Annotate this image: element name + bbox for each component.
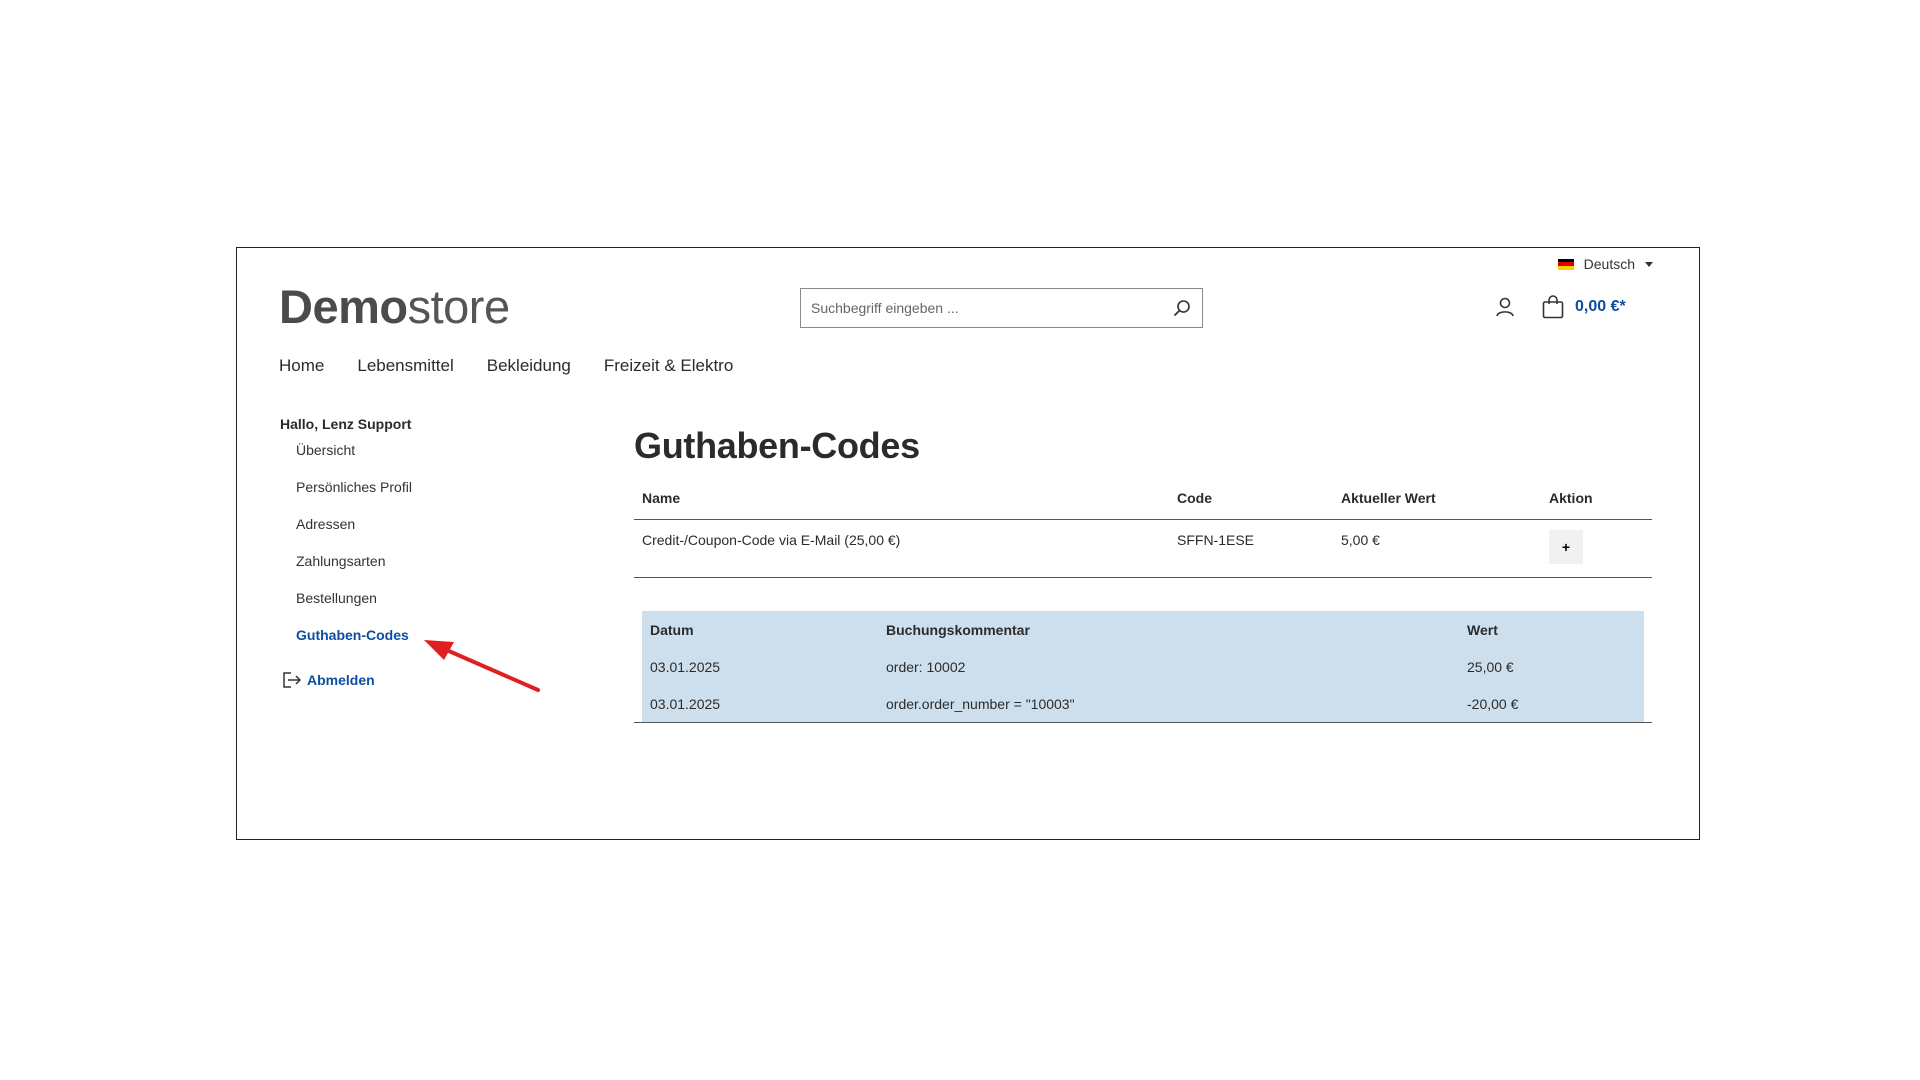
history-comment: order: 10002 (886, 658, 966, 675)
history-date: 03.01.2025 (650, 658, 721, 675)
language-label: Deutsch (1583, 256, 1635, 272)
page-title: Guthaben-Codes (634, 425, 920, 466)
code-name-cell: Credit-/Coupon-Code via E-Mail (25,00 €) (634, 519, 1169, 578)
column-header-name: Name (634, 487, 1169, 520)
code-cell: SFFN-1ESE (1169, 519, 1333, 578)
main-navigation: Home Lebensmittel Bekleidung Freizeit & … (279, 356, 733, 376)
logout-link[interactable]: Abmelden (281, 670, 375, 690)
history-value: 25,00 € (1467, 658, 1514, 675)
history-value: -20,00 € (1467, 695, 1519, 712)
history-row: 03.01.2025 order: 10002 25,00 € (642, 648, 1644, 685)
history-header-value: Wert (1467, 621, 1498, 638)
logout-icon (283, 672, 302, 688)
german-flag-icon (1557, 258, 1574, 270)
shopping-bag-icon (1542, 295, 1564, 319)
caret-down-icon (1645, 261, 1653, 267)
nav-item-lebensmittel[interactable]: Lebensmittel (357, 356, 453, 376)
column-header-code: Code (1169, 487, 1333, 520)
sidebar-item-credit-codes[interactable]: Guthaben-Codes (296, 627, 412, 664)
store-logo[interactable]: Demostore (279, 279, 510, 334)
sidebar-item-overview[interactable]: Übersicht (296, 442, 412, 479)
logout-label: Abmelden (307, 672, 375, 688)
credit-codes-table: Name Code Aktueller Wert Aktion Credit-/… (634, 487, 1652, 578)
annotation-arrow-icon (424, 640, 540, 692)
language-switcher[interactable]: Deutsch (1557, 256, 1653, 272)
search-input[interactable] (801, 289, 1162, 327)
search-bar (800, 288, 1203, 328)
cart-button[interactable]: 0,00 €* (1541, 294, 1626, 320)
account-greeting: Hallo, Lenz Support (280, 416, 412, 432)
nav-item-bekleidung[interactable]: Bekleidung (487, 356, 571, 376)
cart-total: 0,00 €* (1575, 298, 1626, 315)
sidebar-item-orders[interactable]: Bestellungen (296, 590, 412, 627)
booking-history: Datum Buchungskommentar Wert 03.01.2025 … (634, 602, 1652, 723)
history-date: 03.01.2025 (650, 695, 721, 712)
history-header-date: Datum (650, 621, 694, 638)
sidebar-item-addresses[interactable]: Adressen (296, 516, 412, 553)
browser-viewport: Deutsch Demostore 0,00 €* Home Lebensmit… (236, 247, 1700, 840)
user-icon (1496, 297, 1514, 317)
table-row: Credit-/Coupon-Code via E-Mail (25,00 €)… (634, 519, 1652, 578)
logo-bold-text: Demo (279, 280, 408, 333)
sidebar-item-payment-methods[interactable]: Zahlungsarten (296, 553, 412, 590)
nav-item-home[interactable]: Home (279, 356, 324, 376)
history-comment: order.order_number = "10003" (886, 695, 1075, 712)
logo-light-text: store (407, 280, 511, 333)
column-header-current-value: Aktueller Wert (1333, 487, 1541, 520)
account-button[interactable] (1493, 295, 1517, 319)
expand-history-button[interactable]: + (1549, 530, 1583, 564)
history-row: 03.01.2025 order.order_number = "10003" … (642, 685, 1644, 722)
search-button[interactable] (1162, 289, 1202, 327)
account-sidebar: Übersicht Persönliches Profil Adressen Z… (296, 442, 412, 664)
search-icon (1174, 300, 1190, 316)
nav-item-freizeit-elektro[interactable]: Freizeit & Elektro (604, 356, 733, 376)
sidebar-item-profile[interactable]: Persönliches Profil (296, 479, 412, 516)
history-header-comment: Buchungskommentar (886, 621, 1030, 638)
action-cell: + (1541, 519, 1652, 578)
column-header-action: Aktion (1541, 487, 1652, 520)
booking-history-table: Datum Buchungskommentar Wert 03.01.2025 … (642, 611, 1644, 722)
main-content: Guthaben-Codes Name Code Aktueller Wert … (634, 425, 1652, 723)
current-value-cell: 5,00 € (1333, 519, 1541, 578)
